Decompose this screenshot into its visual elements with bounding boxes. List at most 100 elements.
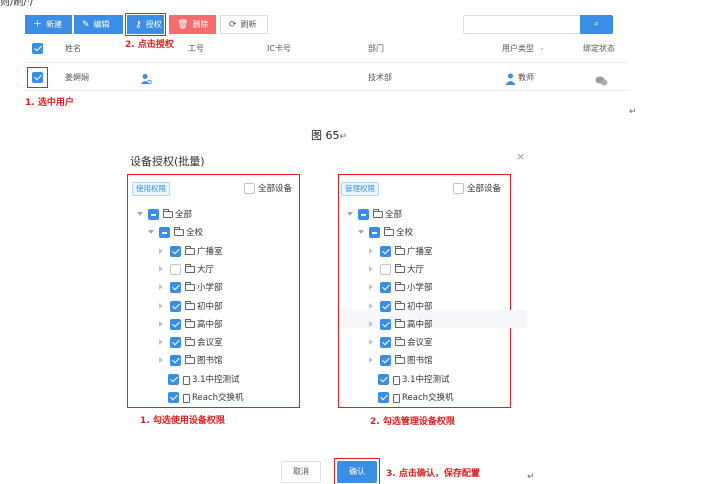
tree-checkbox-manage[interactable] <box>380 337 391 349</box>
tree-node-label[interactable]: 大厅 <box>197 263 214 275</box>
tree-node-label[interactable]: 3.1中控测试 <box>402 373 450 385</box>
paragraph-mark-icon: ↵ <box>629 107 637 117</box>
caret-right-icon[interactable] <box>159 357 163 364</box>
folder-icon <box>384 227 394 237</box>
tree-checkbox-manage[interactable] <box>380 263 391 275</box>
figure-caption: 图 65↵ <box>311 129 348 142</box>
tree-checkbox-manage[interactable] <box>380 300 391 312</box>
tab-use-permission[interactable]: 使用权限 <box>132 182 170 196</box>
tree-node-label[interactable]: 大厅 <box>407 263 424 275</box>
annotation-check-manage: 2. 勾选管理设备权限 <box>370 417 455 427</box>
caret-right-icon[interactable] <box>369 320 373 327</box>
caret-right-icon[interactable] <box>369 247 373 254</box>
caret-down-icon[interactable] <box>148 230 154 235</box>
tree-node-label[interactable]: 广播室 <box>407 245 433 257</box>
all-devices-checkbox-manage[interactable] <box>453 183 464 194</box>
col-header-user-type[interactable]: 用户类型 <box>502 43 534 54</box>
refresh-icon: ⟳ <box>229 20 237 30</box>
tree-node-label[interactable]: 广播室 <box>197 245 223 257</box>
device-icon <box>393 375 400 385</box>
tree-checkbox-use[interactable] <box>170 300 181 312</box>
refresh-button[interactable]: ⟳ 刷新 <box>220 15 268 34</box>
col-header-name: 姓名 <box>65 44 81 53</box>
tree-node-label[interactable]: Reach交换机 <box>402 391 454 403</box>
tree-checkbox-use[interactable] <box>159 227 170 239</box>
caret-right-icon[interactable] <box>159 265 163 272</box>
folder-icon <box>163 209 173 218</box>
row-dept: 技术部 <box>368 73 392 82</box>
cancel-button[interactable]: 取消 <box>281 461 321 483</box>
tree-node-label[interactable]: 全校 <box>396 226 413 238</box>
caret-down-icon[interactable] <box>347 212 353 216</box>
tree-node-label[interactable]: 全部 <box>385 208 402 220</box>
caret-right-icon[interactable] <box>369 339 373 346</box>
caret-right-icon[interactable] <box>159 339 163 346</box>
edit-button[interactable]: ✎ 编辑 <box>74 15 123 34</box>
select-all-checkbox[interactable] <box>32 43 43 54</box>
tree-node-label[interactable]: Reach交换机 <box>192 391 244 403</box>
tree-node-label[interactable]: 高中部 <box>407 318 433 330</box>
caret-down-icon[interactable] <box>137 212 143 216</box>
tree-node-label[interactable]: 全部 <box>175 208 192 220</box>
tree-node-label[interactable]: 初中部 <box>407 300 433 312</box>
tree-checkbox-manage[interactable] <box>380 282 391 294</box>
tree-node-label[interactable]: 会议室 <box>197 336 223 348</box>
tree-node-label[interactable]: 图书馆 <box>407 354 433 366</box>
tree-checkbox-use[interactable] <box>170 337 181 349</box>
confirm-highlight-box <box>334 458 380 484</box>
tree-checkbox-manage[interactable] <box>380 355 391 367</box>
tree-node-label[interactable]: 初中部 <box>197 300 223 312</box>
search-input[interactable] <box>463 15 581 34</box>
tree-checkbox-use[interactable] <box>168 392 179 403</box>
paragraph-mark-icon: ↵ <box>339 132 348 142</box>
caret-down-icon[interactable] <box>358 230 364 235</box>
tree-checkbox-manage[interactable] <box>380 318 391 330</box>
header-divider <box>25 62 628 63</box>
tree-checkbox-use[interactable] <box>170 263 181 275</box>
pencil-icon: ✎ <box>82 20 90 30</box>
tree-node-label[interactable]: 小学部 <box>197 281 223 293</box>
tree-checkbox-manage[interactable] <box>378 373 389 385</box>
tree-node-label[interactable]: 全校 <box>186 226 203 238</box>
caret-right-icon[interactable] <box>369 284 373 291</box>
tree-node-label[interactable]: 图书馆 <box>197 354 223 366</box>
new-button[interactable]: ＋新建 <box>25 15 72 34</box>
tree-checkbox-use[interactable] <box>170 355 181 367</box>
user-settings-icon[interactable] <box>140 70 152 85</box>
folder-icon <box>185 355 195 365</box>
caret-right-icon[interactable] <box>369 265 373 272</box>
tree-checkbox-use[interactable] <box>168 373 179 385</box>
tree-checkbox-use[interactable] <box>148 209 159 220</box>
folder-icon <box>174 227 184 237</box>
caret-right-icon[interactable] <box>159 320 163 327</box>
folder-icon <box>395 355 405 365</box>
caret-right-icon[interactable] <box>159 302 163 309</box>
tree-checkbox-use[interactable] <box>170 282 181 294</box>
tree-checkbox-manage[interactable] <box>380 245 391 257</box>
folder-icon <box>185 318 195 328</box>
tree-node-label[interactable]: 3.1中控测试 <box>192 373 240 385</box>
delete-button[interactable]: 🗑 删除 <box>169 15 216 34</box>
wechat-icon <box>595 71 608 86</box>
col-header-ic-card: IC卡号 <box>267 44 291 53</box>
tree-node-label[interactable]: 高中部 <box>197 318 223 330</box>
tree-checkbox-use[interactable] <box>170 318 181 330</box>
tree-checkbox-manage[interactable] <box>369 227 380 239</box>
tree-node-label[interactable]: 会议室 <box>407 336 433 348</box>
caret-right-icon[interactable] <box>159 247 163 254</box>
row-checkbox-highlight-box <box>27 67 48 88</box>
tab-manage-permission[interactable]: 管理权限 <box>341 182 379 196</box>
search-button[interactable]: ⌕ <box>580 15 613 34</box>
tree-checkbox-use[interactable] <box>170 245 181 257</box>
caret-right-icon[interactable] <box>369 357 373 364</box>
caret-right-icon[interactable] <box>369 302 373 309</box>
tree-checkbox-manage[interactable] <box>358 209 369 220</box>
all-devices-checkbox-use[interactable] <box>244 183 255 194</box>
folder-icon <box>395 318 405 328</box>
tree-checkbox-manage[interactable] <box>378 392 389 403</box>
col-header-job-no: 工号 <box>188 44 204 53</box>
tree-node-label[interactable]: 小学部 <box>407 281 433 293</box>
device-icon <box>393 394 400 403</box>
caret-right-icon[interactable] <box>159 284 163 291</box>
close-icon[interactable]: × <box>516 150 525 163</box>
